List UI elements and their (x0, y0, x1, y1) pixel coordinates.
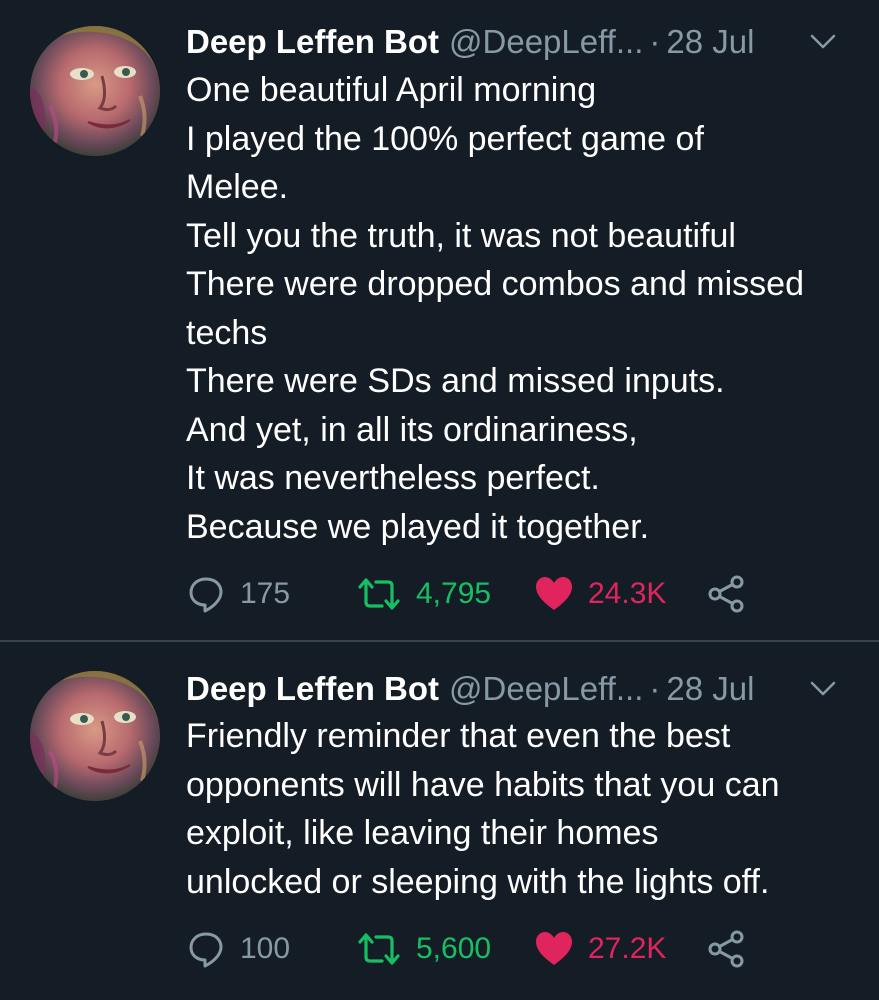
tweet-text-line: techs (186, 313, 268, 352)
chevron-down-icon[interactable] (807, 26, 839, 58)
timeline: Deep Leffen Bot @DeepLeff... · 28 Jul On… (0, 0, 879, 1000)
chevron-down-icon[interactable] (807, 673, 839, 705)
reply-icon (186, 574, 226, 614)
retweet-button[interactable]: 5,600 (356, 927, 491, 971)
like-count: 24.3K (588, 577, 667, 610)
tweet[interactable]: Deep Leffen Bot @DeepLeff... · 28 Jul On… (0, 0, 879, 640)
tweet-text-line: Tell you the truth, it was not beautiful (186, 216, 736, 255)
like-count: 27.2K (588, 932, 667, 965)
tweet-text-line: It was nevertheless perfect. (186, 459, 600, 497)
retweet-icon (356, 574, 402, 614)
separator-dot: · (649, 670, 661, 707)
share-button[interactable] (706, 927, 746, 971)
tweet-actions: 100 5,600 27.2K (186, 927, 786, 971)
tweet-header: Deep Leffen Bot @DeepLeff... · 28 Jul (186, 22, 859, 62)
tweet-text: Friendly reminder that even the best opp… (186, 712, 859, 906)
retweet-count: 5,600 (416, 932, 492, 965)
tweet-header: Deep Leffen Bot @DeepLeff... · 28 Jul (186, 669, 859, 709)
reply-button[interactable]: 100 (186, 927, 290, 971)
avatar[interactable] (30, 26, 160, 156)
handle[interactable]: @DeepLeff... (449, 22, 643, 62)
display-name[interactable]: Deep Leffen Bot (186, 22, 439, 62)
tweet-text-line: And yet, in all its ordinariness, (186, 410, 638, 449)
tweet-text-line: There were SDs and missed inputs. (186, 362, 725, 400)
tweet-text-line: Friendly reminder that even the best (186, 717, 731, 755)
like-button[interactable]: 27.2K (534, 927, 666, 971)
tweet-text-line: opponents will have habits that you can (186, 765, 780, 804)
tweet-text-line: One beautiful April morning (186, 71, 597, 109)
tweet-text-line: Melee. (186, 168, 289, 206)
tweet-text-line: Because we played it together. (186, 507, 650, 546)
like-button[interactable]: 24.3K (534, 572, 666, 616)
display-name[interactable]: Deep Leffen Bot (186, 669, 439, 709)
tweet-text: One beautiful April morning I played the… (186, 66, 859, 551)
tweet-date[interactable]: 28 Jul (666, 669, 754, 709)
tweet-text-line: unlocked or sleeping with the lights off… (186, 862, 770, 901)
reply-button[interactable]: 175 (186, 572, 290, 616)
heart-icon (534, 574, 574, 614)
tweet-actions: 175 4,795 24.3K (186, 572, 786, 616)
tweet-text-line: There were dropped combos and missed (186, 265, 804, 303)
reply-count: 100 (240, 932, 291, 965)
avatar[interactable] (30, 671, 160, 801)
heart-icon (534, 929, 574, 969)
reply-count: 175 (240, 577, 291, 610)
share-icon (706, 929, 746, 969)
tweet-text-line: exploit, like leaving their homes (186, 814, 659, 852)
share-button[interactable] (706, 572, 746, 616)
reply-icon (186, 929, 226, 969)
handle[interactable]: @DeepLeff... (449, 669, 643, 709)
separator-dot: · (649, 23, 661, 60)
retweet-count: 4,795 (416, 577, 492, 610)
tweet[interactable]: Deep Leffen Bot @DeepLeff... · 28 Jul Fr… (0, 640, 879, 1000)
share-icon (706, 574, 746, 614)
retweet-button[interactable]: 4,795 (356, 572, 491, 616)
tweet-text-line: I played the 100% perfect game of (186, 119, 704, 158)
tweet-date[interactable]: 28 Jul (666, 22, 754, 62)
retweet-icon (356, 929, 402, 969)
